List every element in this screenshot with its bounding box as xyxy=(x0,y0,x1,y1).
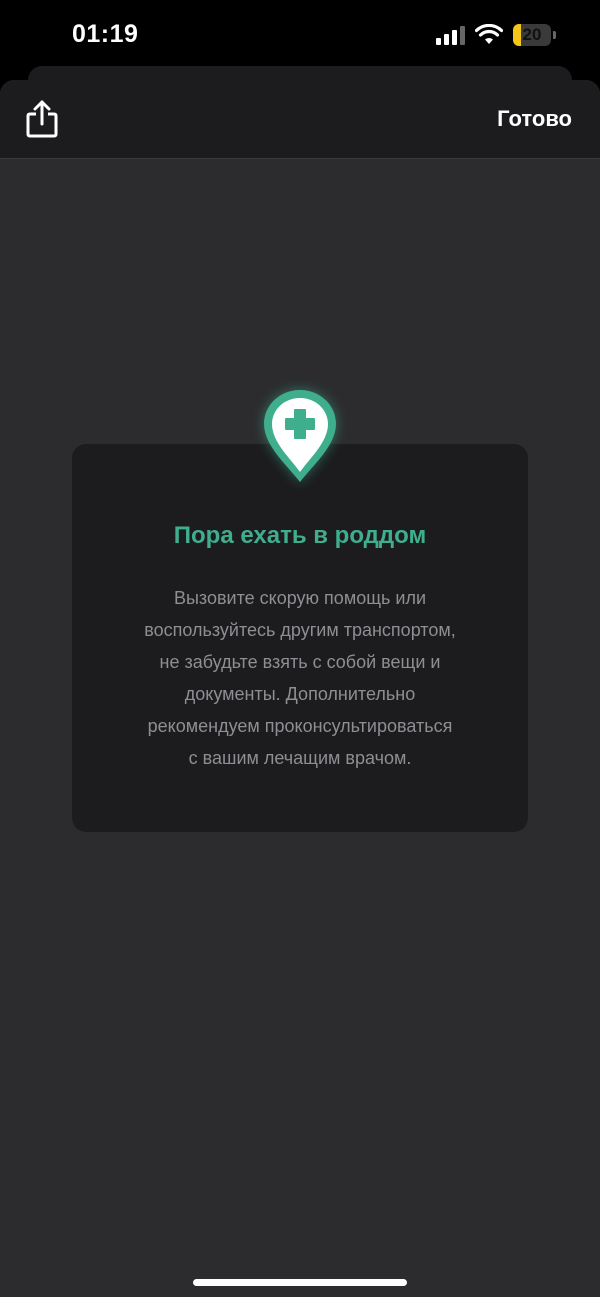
map-pin-medical-cross-icon xyxy=(264,390,336,482)
status-time: 01:19 xyxy=(72,20,139,48)
status-bar: 01:19 20 xyxy=(0,0,600,72)
battery-tip xyxy=(553,31,556,39)
wifi-icon xyxy=(475,24,503,44)
battery-label: 20 xyxy=(522,25,542,44)
battery-icon: 20 xyxy=(513,24,551,46)
share-icon xyxy=(26,100,58,138)
modal-sheet: Готово Пора ехать в роддом Вызовите скор… xyxy=(0,80,600,1297)
sheet-header: Готово xyxy=(0,80,600,159)
status-icons: 20 xyxy=(436,22,556,48)
info-card: Пора ехать в роддом Вызовите скорую помо… xyxy=(72,444,528,832)
done-button[interactable]: Готово xyxy=(497,106,572,132)
card-title: Пора ехать в роддом xyxy=(173,522,427,549)
card-description: Вызовите скорую помощь или воспользуйтес… xyxy=(144,588,456,768)
share-button[interactable] xyxy=(22,98,62,140)
cellular-signal-icon xyxy=(436,25,465,45)
phone-screen: 01:19 20 Готово Пора ехать в роддом Вызо… xyxy=(0,0,600,1297)
home-indicator[interactable] xyxy=(193,1279,407,1286)
